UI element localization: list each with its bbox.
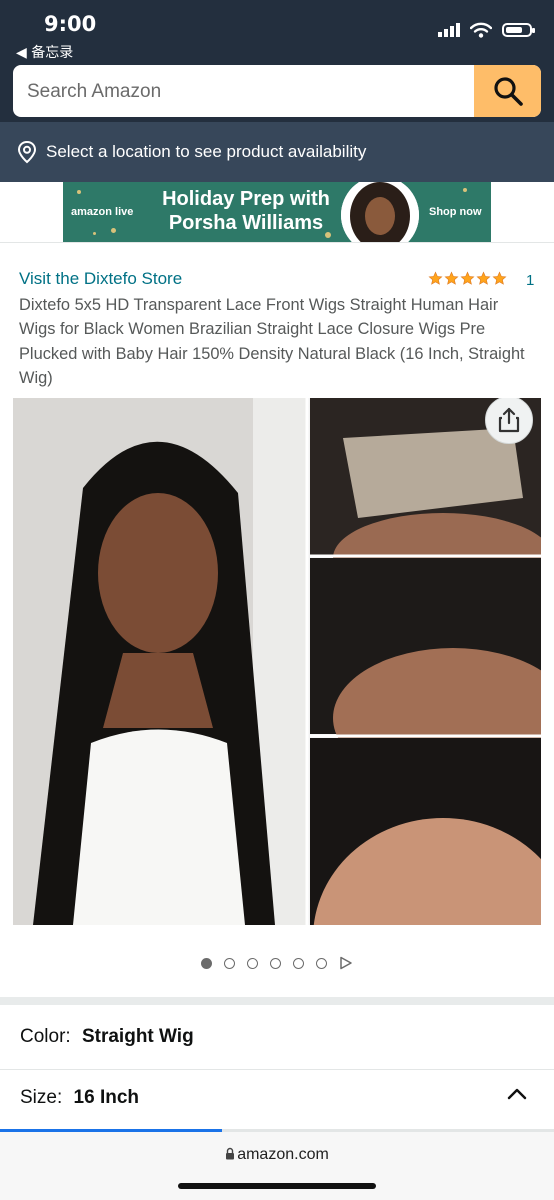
- back-to-app-link[interactable]: ◀ 备忘录: [16, 42, 73, 62]
- carousel-dot[interactable]: [293, 957, 304, 969]
- carousel-dot[interactable]: [316, 957, 327, 969]
- banner-headline-line1: Holiday Prep with: [162, 188, 330, 210]
- cellular-signal-icon: [438, 23, 460, 37]
- url-text: amazon.com: [237, 1146, 329, 1163]
- status-icons: [438, 22, 535, 38]
- home-indicator[interactable]: [178, 1183, 376, 1189]
- star-icon: [444, 271, 459, 285]
- lock-icon: [226, 1147, 235, 1160]
- section-separator: [0, 997, 554, 1005]
- host-portrait-image: [341, 182, 419, 242]
- image-carousel-indicator[interactable]: [0, 956, 554, 970]
- banner-headline: Holiday Prep with Porsha Williams: [151, 187, 341, 235]
- rating-stars[interactable]: [428, 271, 507, 286]
- status-time: 9:00: [44, 12, 97, 36]
- url-display[interactable]: amazon.com: [0, 1146, 554, 1164]
- location-pin-icon: [16, 140, 38, 164]
- carousel-dot[interactable]: [224, 957, 235, 969]
- location-bar[interactable]: Select a location to see product availab…: [0, 122, 554, 182]
- shop-now-link[interactable]: Shop now: [429, 206, 482, 218]
- banner-headline-line2: Porsha Williams: [168, 212, 324, 234]
- color-value: Straight Wig: [81, 1026, 194, 1047]
- carousel-dot[interactable]: [247, 957, 258, 969]
- sponsored-banner[interactable]: amazon live Holiday Prep with Porsha Wil…: [63, 182, 491, 242]
- size-selector[interactable]: Size: 16 Inch: [20, 1087, 139, 1109]
- divider: [0, 242, 554, 243]
- star-icon: [476, 271, 491, 285]
- share-icon: [498, 407, 520, 433]
- location-text: Select a location to see product availab…: [46, 142, 367, 161]
- search-button[interactable]: [474, 65, 541, 117]
- star-icon: [492, 271, 507, 285]
- search-header: [0, 60, 554, 122]
- product-image-gallery[interactable]: [13, 398, 541, 925]
- size-label: Size:: [20, 1087, 63, 1108]
- wifi-icon: [470, 22, 492, 38]
- search-input[interactable]: [13, 65, 489, 117]
- star-icon: [428, 271, 443, 285]
- browser-address-bar[interactable]: amazon.com: [0, 1132, 554, 1200]
- store-link[interactable]: Visit the Dixtefo Store: [19, 269, 182, 289]
- color-label: Color:: [20, 1026, 71, 1047]
- search-icon: [493, 77, 523, 106]
- search-bar: [13, 65, 541, 117]
- product-image: [13, 398, 541, 925]
- video-play-icon[interactable]: [339, 956, 353, 970]
- divider: [0, 1069, 554, 1070]
- share-button[interactable]: [485, 398, 533, 444]
- color-selector[interactable]: Color: Straight Wig: [20, 1026, 194, 1048]
- battery-icon: [502, 23, 535, 37]
- carousel-dot[interactable]: [270, 957, 281, 969]
- status-bar: 9:00 ◀ 备忘录: [0, 0, 554, 64]
- rating-count[interactable]: 1: [526, 272, 534, 289]
- size-value: 16 Inch: [73, 1087, 140, 1108]
- chevron-up-icon[interactable]: [506, 1083, 528, 1105]
- product-title: Dixtefo 5x5 HD Transparent Lace Front Wi…: [19, 296, 525, 388]
- star-icon: [460, 271, 475, 285]
- carousel-dot[interactable]: [201, 957, 212, 969]
- amazon-live-logo: amazon live: [71, 206, 134, 218]
